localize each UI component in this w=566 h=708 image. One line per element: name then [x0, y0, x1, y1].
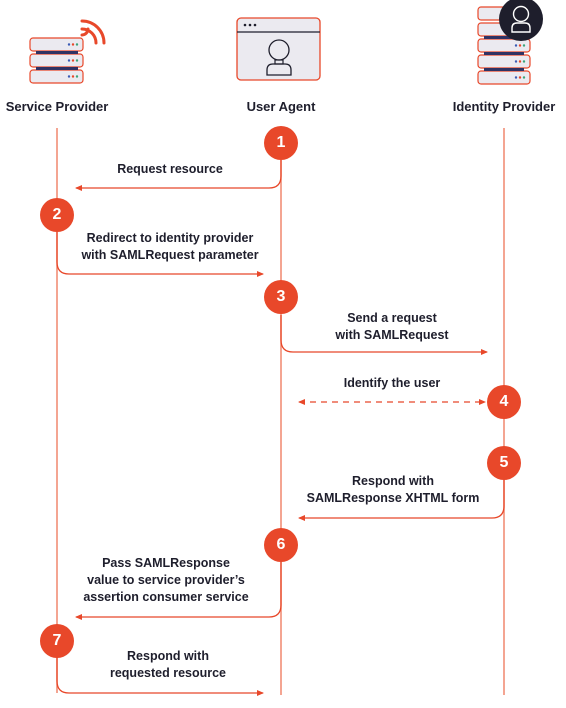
step-badge-3: 3: [264, 280, 298, 314]
message-step-3: Send a request with SAMLRequest: [292, 310, 492, 344]
browser-user-icon: [236, 17, 321, 81]
message-line: Pass SAMLResponse: [102, 556, 230, 570]
message-line: value to service provider’s: [87, 573, 245, 587]
message-line: Respond with: [127, 649, 209, 663]
message-line: Redirect to identity provider: [86, 231, 254, 245]
step-badge-6: 6: [264, 528, 298, 562]
server-wifi-icon: [29, 19, 106, 84]
actor-label-user-agent: User Agent: [246, 99, 316, 114]
step-badge-1: 1: [264, 126, 298, 160]
step-badge-4: 4: [487, 385, 521, 419]
message-line: Send a request: [347, 311, 437, 325]
step-badge-2: 2: [40, 198, 74, 232]
message-step-5: Respond with SAMLResponse XHTML form: [288, 473, 498, 507]
message-line: requested resource: [109, 666, 227, 680]
message-step-4: Identify the user: [292, 375, 492, 392]
message-line: SAMLResponse XHTML form: [306, 491, 480, 505]
message-step-7: Respond with requested resource: [68, 648, 268, 682]
actor-label-identity-provider: Identity Provider: [452, 99, 556, 114]
message-line: with SAMLRequest: [335, 328, 449, 342]
message-line: with SAMLRequest parameter: [81, 248, 259, 262]
server-user-icon: [477, 0, 543, 85]
message-step-6: Pass SAMLResponse value to service provi…: [66, 555, 266, 606]
message-line: Respond with: [352, 474, 434, 488]
message-step-1: Request resource: [70, 161, 270, 178]
actor-label-service-provider: Service Provider: [5, 99, 109, 114]
message-step-2: Redirect to identity provider with SAMLR…: [60, 230, 280, 264]
message-line: Identify the user: [343, 376, 441, 390]
message-line: assertion consumer service: [83, 590, 249, 604]
message-line: Request resource: [117, 162, 223, 176]
